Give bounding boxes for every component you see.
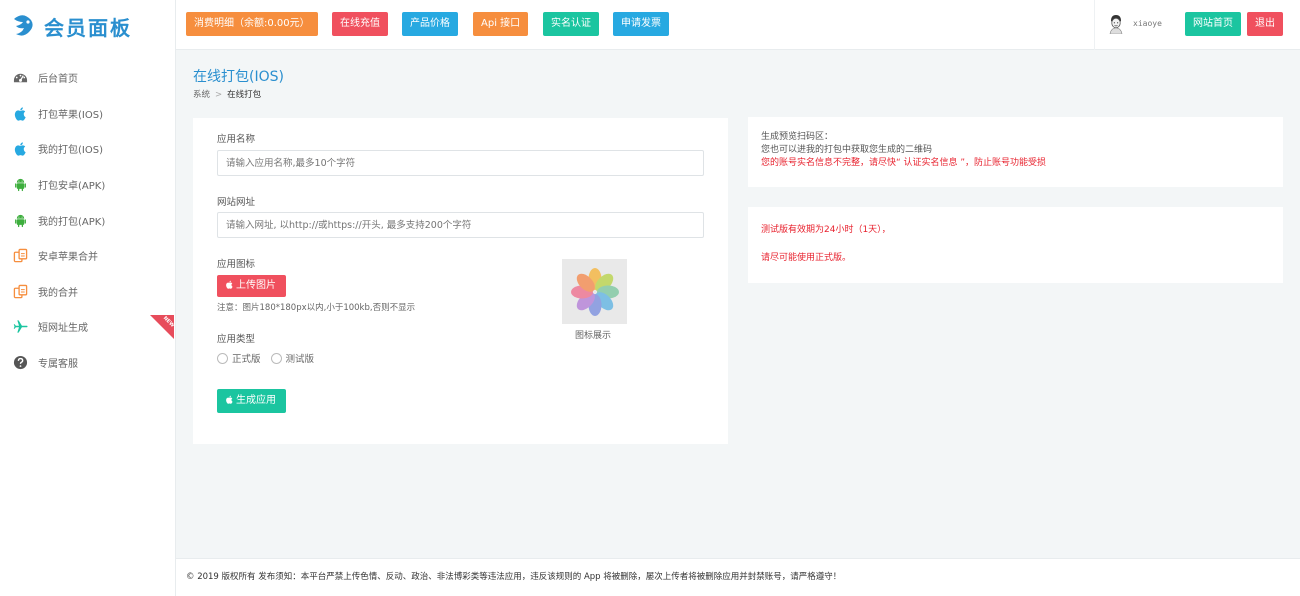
avatar[interactable] — [1107, 14, 1125, 35]
qr-preview-title: 生成预览扫码区： — [761, 132, 834, 142]
new-badge: NEW — [150, 315, 174, 340]
plane-icon — [12, 319, 28, 335]
upload-note: 注意：图片180*180px以内,小于100kb,否则不显示 — [217, 303, 416, 313]
release-recommendation: 请尽可能使用正式版。 — [761, 253, 852, 263]
breadcrumb-separator-icon: > — [215, 90, 223, 100]
logo-text: 会员面板 — [44, 15, 132, 40]
footer: © 2019 版权所有 发布须知：本平台严禁上传色情、反动、政治、非法博彩类等违… — [176, 558, 1300, 596]
logo[interactable]: 会员面板 — [0, 0, 175, 52]
app-type-radio-group: 正式版 测试版 — [217, 351, 324, 365]
merge-icon — [12, 283, 28, 299]
sidebar-item-label: 短网址生成 — [38, 323, 88, 335]
app-name-label: 应用名称 — [217, 134, 256, 145]
sidebar-item-my-apk-packages[interactable]: 我的打包(APK) — [0, 202, 175, 238]
breadcrumb-item-system[interactable]: 系统 — [193, 90, 210, 100]
dashboard-icon — [12, 70, 28, 86]
radio-test-circle[interactable] — [270, 352, 282, 364]
radio-release-label: 正式版 — [232, 354, 261, 365]
radio-release[interactable]: 正式版 — [217, 351, 261, 365]
sidebar-item-label: 专属客服 — [38, 359, 78, 371]
sidebar-menu: 后台首页 打包苹果(IOS) 我的打包(IOS) 打包安卓(APK) 我的打包(… — [0, 60, 175, 380]
upload-image-label: 上传图片 — [236, 280, 276, 291]
test-validity-note: 测试版有效期为24小时（1天）， — [761, 225, 891, 235]
package-form-card: 应用名称 网站网址 应用图标 上传图片 注意：图片180*180px以内,小于1… — [193, 118, 728, 444]
logout-button[interactable]: 退出 — [1247, 12, 1283, 36]
android-icon — [12, 212, 28, 228]
verification-button[interactable]: 实名认证 — [543, 12, 599, 36]
upload-image-button[interactable]: 上传图片 — [217, 275, 286, 297]
app-type-label: 应用类型 — [217, 334, 256, 345]
sidebar-item-my-ios-packages[interactable]: 我的打包(IOS) — [0, 131, 175, 167]
url-label: 网站网址 — [217, 197, 256, 208]
sidebar: 会员面板 后台首页 打包苹果(IOS) 我的打包(IOS) 打包安卓(APK) — [0, 0, 176, 596]
apple-icon — [12, 105, 28, 121]
recharge-button[interactable]: 在线充值 — [332, 12, 388, 36]
radio-test[interactable]: 测试版 — [270, 351, 315, 365]
breadcrumb-item-current: 在线打包 — [227, 90, 262, 100]
sidebar-item-my-merge[interactable]: 我的合并 — [0, 274, 175, 310]
qr-preview-hint: 您也可以进我的打包中获取您生成的二维码 — [761, 145, 933, 155]
verification-warning[interactable]: 您的账号实名信息不完整，请尽快“ 认证实名信息 ”，防止账号功能受损 — [761, 157, 1270, 170]
radio-release-circle[interactable] — [217, 352, 228, 364]
billing-details-button[interactable]: 消费明细（余额:0.00元） — [186, 12, 318, 36]
radio-test-label: 测试版 — [285, 354, 315, 365]
pricing-button[interactable]: 产品价格 — [402, 12, 458, 36]
sidebar-item-dashboard[interactable]: 后台首页 — [0, 60, 175, 96]
sidebar-item-merge[interactable]: 安卓苹果合并 — [0, 238, 175, 274]
generate-app-button[interactable]: 生成应用 — [217, 389, 286, 413]
sidebar-item-label: 后台首页 — [38, 74, 78, 86]
apple-icon — [226, 280, 233, 289]
logo-icon — [10, 13, 36, 39]
test-version-card: 测试版有效期为24小时（1天）， 请尽可能使用正式版。 — [748, 207, 1283, 283]
sidebar-item-label: 打包安卓(APK) — [38, 181, 106, 193]
sidebar-item-label: 我的合并 — [38, 287, 78, 299]
android-icon — [12, 177, 28, 193]
sidebar-item-ios-package[interactable]: 打包苹果(IOS) — [0, 96, 175, 132]
qr-preview-card: 生成预览扫码区： 您也可以进我的打包中获取您生成的二维码 您的账号实名信息不完整… — [748, 117, 1283, 187]
merge-icon — [12, 248, 28, 264]
breadcrumb: 系统 > 在线打包 — [193, 88, 261, 100]
apple-icon — [12, 141, 28, 157]
sidebar-item-label: 打包苹果(IOS) — [38, 109, 103, 121]
site-home-button[interactable]: 网站首页 — [1185, 12, 1241, 36]
user-area: xiaoye 网站首页 退出 — [1094, 0, 1300, 50]
sidebar-item-label: 我的打包(IOS) — [38, 145, 103, 157]
page-title: 在线打包(IOS) — [193, 69, 284, 85]
photos-icon — [570, 267, 619, 316]
sidebar-item-label: 我的打包(APK) — [38, 216, 106, 228]
sidebar-item-support[interactable]: 专属客服 — [0, 345, 175, 381]
url-input[interactable] — [217, 212, 704, 238]
username[interactable]: xiaoye — [1133, 19, 1162, 28]
icon-preview — [562, 259, 627, 324]
api-button[interactable]: Api 接口 — [473, 12, 529, 36]
generate-app-label: 生成应用 — [236, 395, 276, 406]
app-icon-label: 应用图标 — [217, 259, 256, 270]
icon-caption: 图标展示 — [575, 331, 612, 341]
invoice-button[interactable]: 申请发票 — [613, 12, 669, 36]
sidebar-item-label: 安卓苹果合并 — [38, 252, 98, 264]
sidebar-item-apk-package[interactable]: 打包安卓(APK) — [0, 167, 175, 203]
sidebar-item-short-url[interactable]: 短网址生成 NEW — [0, 309, 175, 345]
app-name-input[interactable] — [217, 150, 704, 176]
top-header: 消费明细（余额:0.00元） 在线充值 产品价格 Api 接口 实名认证 申请发… — [176, 0, 1300, 50]
apple-icon — [226, 395, 233, 404]
help-icon — [12, 355, 28, 371]
